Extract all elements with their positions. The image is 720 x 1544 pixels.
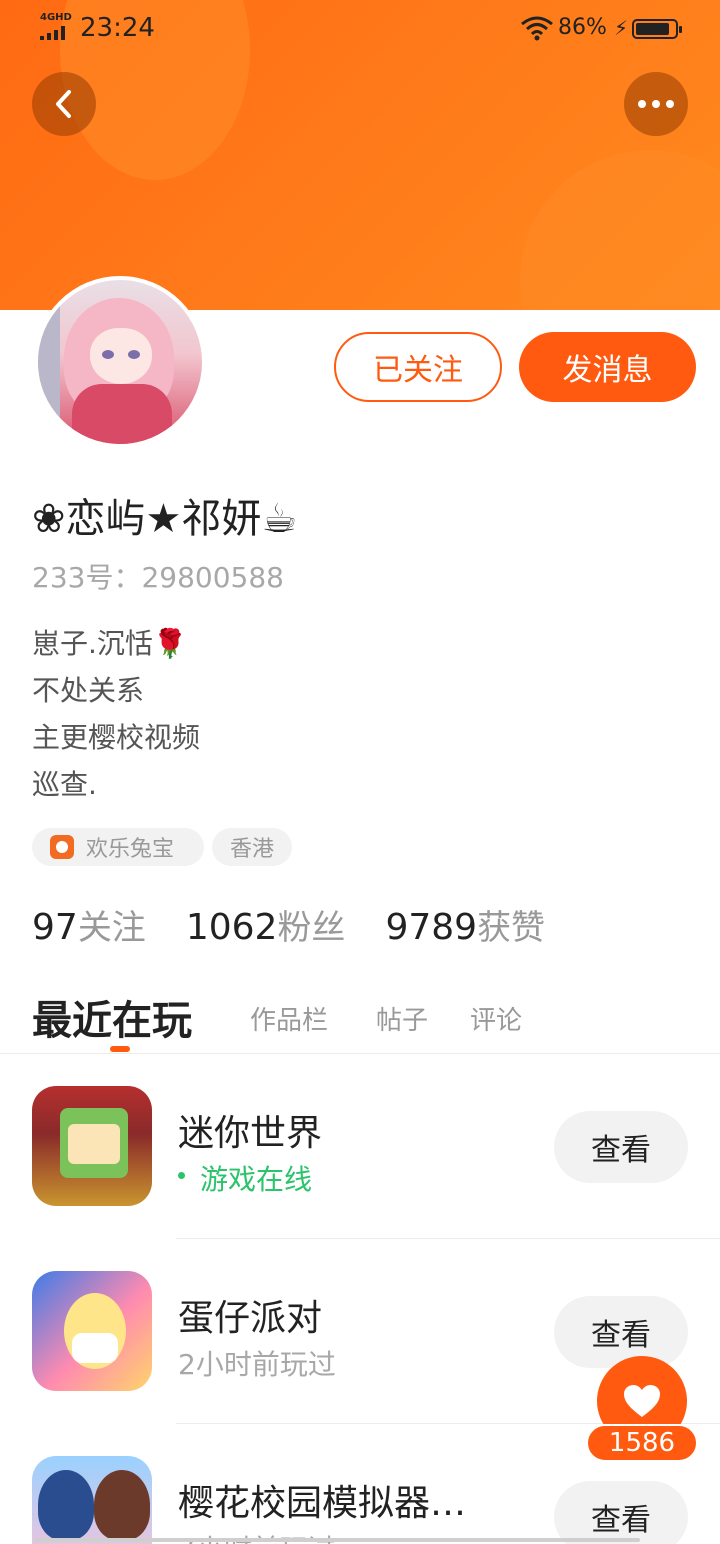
more-dots-icon (652, 100, 660, 108)
tab-comments[interactable]: 评论 (470, 988, 522, 1048)
status-time: 23:24 (80, 13, 155, 43)
game-status: 2小时前玩过 (178, 1348, 336, 1381)
game-title: 蛋仔派对 (178, 1298, 323, 1339)
profile-stats: 97 关注 1062 粉丝 9789 获赞 (32, 900, 585, 952)
profile-bio: 崽子.沉恬🌹 不处关系 主更樱校视频 巡查. (32, 620, 200, 808)
list-item[interactable]: 迷你世界 游戏在线 查看 (0, 1054, 720, 1239)
profile-nickname: ❀恋屿★祁妍☕ (32, 496, 298, 542)
view-button[interactable]: 查看 (554, 1481, 688, 1544)
tab-recently-played[interactable]: 最近在玩 (32, 980, 192, 1054)
game-title: 迷你世界 (178, 1113, 323, 1154)
battery-percent: 86% (558, 15, 607, 40)
game-tag[interactable]: 欢乐兔宝 (32, 828, 204, 866)
status-bar: 4GHD 23:24 86% ⚡ (0, 0, 720, 58)
view-button[interactable]: 查看 (554, 1296, 688, 1368)
stat-value: 1062 (185, 907, 278, 948)
more-dots-icon (638, 100, 646, 108)
send-message-button[interactable]: 发消息 (519, 332, 696, 402)
stat-value: 9789 (385, 907, 478, 948)
profile-uid: 233号：29800588 (32, 561, 284, 594)
profile-tabs: 最近在玩 作品栏 帖子 评论 (0, 980, 720, 1054)
more-button[interactable] (624, 72, 688, 136)
stat-label: 关注 (77, 908, 146, 948)
more-dots-icon (666, 100, 674, 108)
game-status: 游戏在线 (178, 1158, 312, 1198)
bio-line: 崽子.沉恬🌹 (32, 627, 188, 660)
home-indicator (34, 1538, 640, 1542)
stat-followers[interactable]: 1062 粉丝 (186, 900, 346, 949)
stat-likes[interactable]: 9789 获赞 (385, 900, 545, 949)
followed-button[interactable]: 已关注 (334, 332, 502, 402)
game-icon (32, 1271, 152, 1391)
header-decor (520, 150, 720, 310)
network-type: 4GHD (40, 12, 72, 23)
wifi-icon (521, 16, 553, 41)
tab-posts[interactable]: 帖子 (376, 988, 428, 1048)
stat-following[interactable]: 97 关注 (32, 900, 146, 949)
battery-icon (632, 19, 682, 39)
stat-label: 粉丝 (277, 908, 346, 948)
game-icon (32, 1456, 152, 1544)
region-tag: 香港 (212, 828, 292, 866)
battery-level (636, 23, 669, 35)
back-button[interactable] (32, 72, 96, 136)
view-button[interactable]: 查看 (554, 1111, 688, 1183)
stat-value: 97 (32, 907, 78, 948)
game-badge-icon (50, 835, 74, 859)
chevron-left-icon (56, 90, 71, 118)
avatar-image (38, 280, 202, 444)
game-title: 樱花校园模拟器… (178, 1483, 467, 1524)
game-tag-label: 欢乐兔宝 (86, 837, 175, 862)
game-icon (32, 1086, 152, 1206)
active-tab-indicator (110, 1046, 130, 1052)
like-count: 1586 (586, 1424, 698, 1462)
tab-works[interactable]: 作品栏 (250, 988, 328, 1048)
bio-line: 主更樱校视频 (32, 721, 201, 754)
charging-icon: ⚡ (614, 16, 629, 40)
bio-line: 巡查. (32, 768, 97, 801)
stat-label: 获赞 (477, 908, 546, 948)
avatar[interactable] (34, 276, 206, 448)
signal-icon (40, 26, 70, 40)
heart-icon (624, 1385, 660, 1417)
bio-line: 不处关系 (32, 674, 145, 707)
